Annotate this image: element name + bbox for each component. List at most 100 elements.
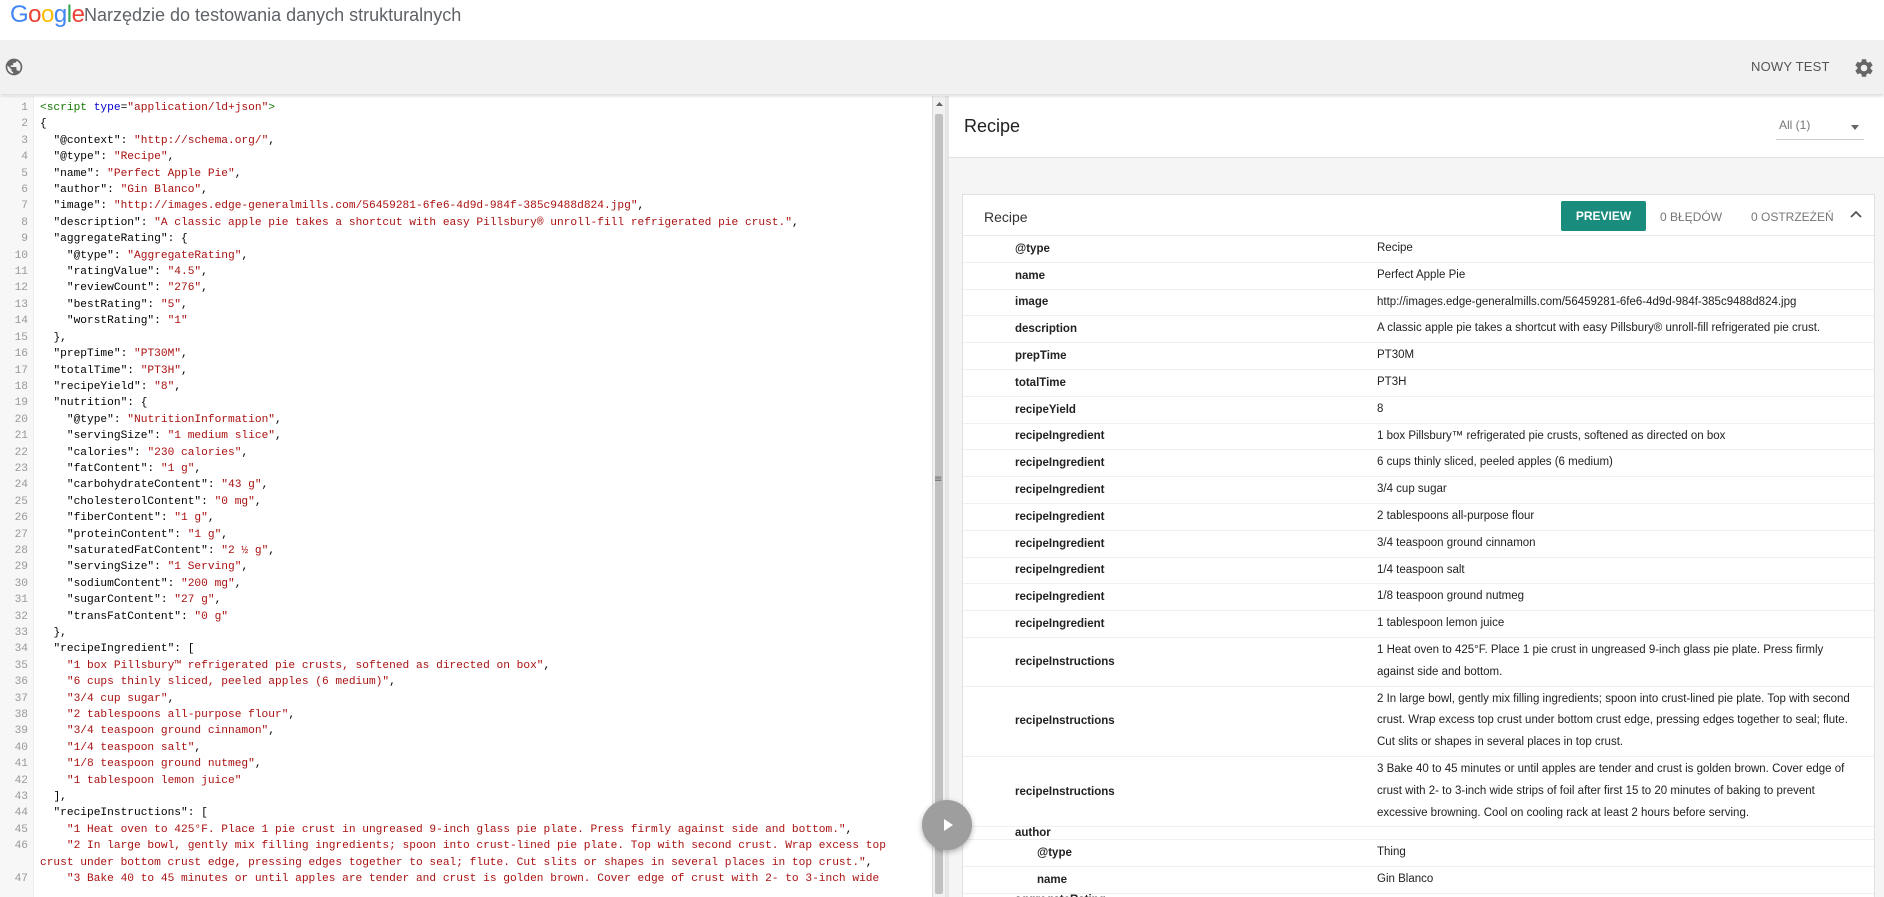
property-value: Perfect Apple Pie [1377,268,1466,281]
results-panel: Recipe All (1) Recipe PREVIEW 0 BŁĘDÓW 0… [949,96,1884,897]
line-number: 23 [14,462,28,475]
filter-dropdown[interactable]: All (1) [1776,114,1864,140]
code-text: "fatContent": "1 g", [40,462,202,475]
code-line: 17 "totalTime": "PT3H", [0,363,932,379]
code-text: "3 Bake 40 to 45 minutes or until apples… [66,873,880,886]
property-value [1377,827,1874,839]
code-text: "sodiumContent": "200 mg", [40,577,242,590]
code-line: 10 "@type": "AggregateRating", [0,248,932,264]
property-value: 1/4 teaspoon salt [1377,563,1465,576]
property-row: name Gin Blanco [963,867,1874,894]
code-text: "cholesterolContent": "0 mg", [40,495,262,508]
line-number: 45 [14,823,28,836]
property-value: 1/8 teaspoon ground nutmeg [1377,590,1525,603]
code-line: 40 "1/4 teaspoon salt", [0,740,932,756]
property-row: recipeIngredient 1 box Pillsbury™ refrige… [963,424,1874,451]
property-row: author [963,827,1874,841]
property-value: 1 tablespoon lemon juice [1377,617,1505,630]
property-name: recipeIngredient [1015,457,1105,470]
code-line: 35 "1 box Pillsbury™ refrigerated pie cr… [0,658,932,674]
code-text: "name": "Perfect Apple Pie", [40,167,242,180]
new-test-button[interactable]: NOWY TEST [1751,59,1830,74]
line-number: 11 [14,266,28,279]
property-row: @type Thing [963,840,1874,868]
line-number: 6 [21,184,28,197]
code-text: "3/4 cup sugar", [66,692,175,705]
google-logo: Google [10,1,85,29]
code-text: "@type": "AggregateRating", [40,249,249,262]
line-number: 46 [14,840,28,853]
preview-button[interactable]: PREVIEW [1561,201,1646,231]
property-name: totalTime [1015,376,1066,389]
code-text: "1/4 teaspoon salt", [66,741,202,754]
card-header[interactable]: Recipe PREVIEW 0 BŁĘDÓW 0 OSTRZEŻEŃ [963,195,1874,236]
logo-letter: g [53,1,67,28]
gear-icon[interactable] [1853,57,1875,79]
code-line: 5 "name": "Perfect Apple Pie", [0,166,932,182]
property-value: 2 In large bowl, gently mix filling ingr… [1377,692,1850,749]
property-row: name Perfect Apple Pie [963,263,1874,290]
property-name: recipeInstructions [1015,655,1115,668]
code-line: 13 "bestRating": "5", [0,297,932,313]
code-text: "aggregateRating": { [40,233,188,246]
code-line: 26 "fiberContent": "1 g", [0,510,932,526]
code-editor[interactable]: 1 <script type="application/ld+json"> 2{3 … [0,96,932,897]
code-text: "2 In large bowl, gently mix filling ing… [40,840,893,869]
line-number: 30 [14,577,28,590]
splitter-handle-icon[interactable]: ≡ [934,474,942,485]
code-text: "calories": "230 calories", [40,446,249,459]
line-number: 26 [14,512,28,525]
code-line: 37 "3/4 cup sugar", [0,691,932,707]
code-line: 39 "3/4 teaspoon ground cinnamon", [0,723,932,739]
editor-scrollbar[interactable] [932,96,945,897]
property-name: recipeIngredient [1015,591,1105,604]
logo-letter: o [41,1,54,28]
line-number: 27 [14,528,28,541]
code-line: 45 "1 Heat oven to 425°F. Place 1 pie cr… [0,822,932,838]
property-name: recipeIngredient [1015,430,1105,443]
globe-icon[interactable] [4,57,24,77]
code-text: "nutrition": { [40,397,148,410]
property-name: prepTime [1015,350,1067,363]
code-text: "image": "http://images.edge-generalmill… [40,200,645,213]
code-line: 36 "6 cups thinly sliced, peeled apples … [0,674,932,690]
code-text: "1 tablespoon lemon juice" [66,774,242,787]
property-name: @type [1015,242,1050,255]
line-number: 43 [14,791,28,804]
app-title: Narzędzie do testowania danych struktura… [84,5,462,25]
property-row: prepTime PT30M [963,343,1874,370]
code-text: "prepTime": "PT30M", [40,348,188,361]
property-value: 3/4 cup sugar [1377,483,1447,496]
property-row: recipeInstructions 2 In large bowl, gentl… [963,687,1874,757]
code-text: "1/8 teaspoon ground nutmeg", [66,758,262,771]
scrollbar-thumb[interactable] [935,114,943,894]
line-number: 42 [14,774,28,787]
code-text: "saturatedFatContent": "2 ½ g", [40,544,275,557]
code-line: 11 "ratingValue": "4.5", [0,264,932,280]
property-value: 1 Heat oven to 425°F. Place 1 pie crust … [1377,643,1824,678]
scroll-up-icon[interactable] [935,98,944,110]
line-number: 4 [21,151,28,164]
code-text: ], [40,791,67,804]
code-line: 4 "@type": "Recipe", [0,149,932,165]
line-number: 13 [14,298,28,311]
code-line: 33 }, [0,625,932,641]
logo-letter: o [28,1,42,28]
line-number: 9 [21,233,28,246]
property-name: recipeYield [1015,403,1076,416]
property-value: 1 box Pillsbury™ refrigerated pie crusts… [1377,429,1726,442]
property-name: description [1015,323,1077,336]
code-line: 32 "transFatContent": "0 g" [0,609,932,625]
code-text: "servingSize": "1 medium slice", [40,430,282,443]
card-title: Recipe [984,209,1028,225]
property-row: recipeIngredient 6 cups thinly sliced, pe… [963,450,1874,478]
play-icon [944,819,953,831]
property-row: image http://images.edge-generalmills.com… [963,290,1874,317]
code-text: { [40,118,47,131]
code-text: "author": "Gin Blanco", [40,184,208,197]
code-text: "3/4 teaspoon ground cinnamon", [66,725,275,738]
chevron-up-icon[interactable] [1848,207,1864,223]
code-text: "description": "A classic apple pie take… [40,216,799,229]
run-test-button[interactable] [922,800,972,850]
property-row: recipeInstructions 1 Heat oven to 425°F. … [963,638,1874,687]
